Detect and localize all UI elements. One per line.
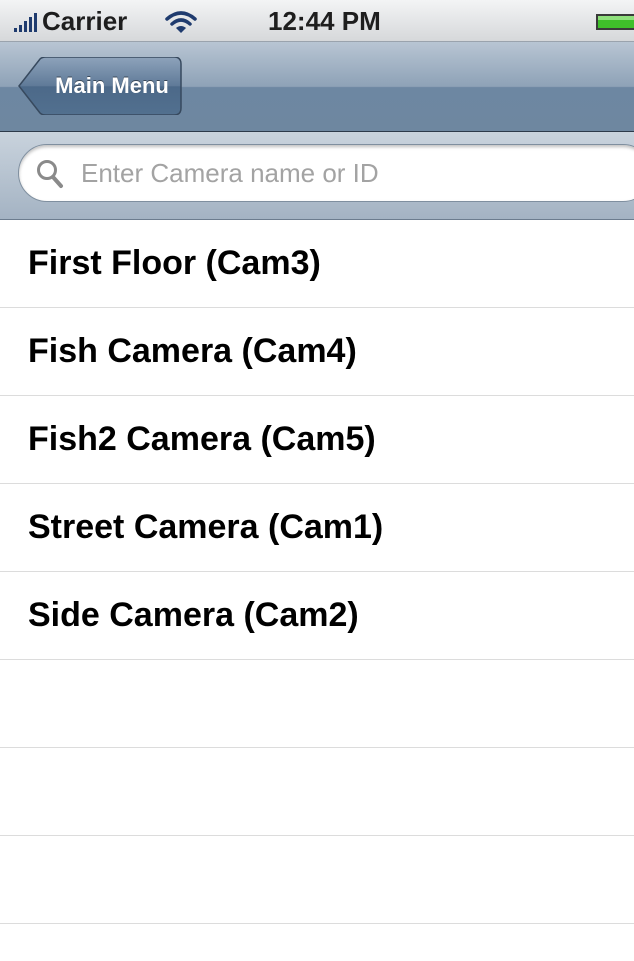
status-time: 12:44 PM — [268, 6, 381, 36]
navigation-bar: Main Menu — [0, 42, 634, 132]
camera-row[interactable]: First Floor (Cam3) — [0, 220, 634, 308]
battery-icon — [596, 14, 634, 30]
camera-label: Side Camera (Cam2) — [28, 596, 359, 634]
back-button[interactable]: Main Menu — [18, 57, 182, 115]
search-input[interactable] — [81, 145, 581, 201]
empty-row — [0, 836, 634, 924]
camera-row[interactable]: Side Camera (Cam2) — [0, 572, 634, 660]
camera-label: Fish Camera (Cam4) — [28, 332, 357, 370]
search-icon — [37, 160, 63, 188]
search-bar — [0, 132, 634, 220]
camera-row[interactable]: Fish2 Camera (Cam5) — [0, 396, 634, 484]
wifi-icon — [165, 11, 197, 33]
screen: Carrier 12:44 PM Main Menu Enter Camera … — [0, 0, 634, 961]
back-button-label: Main Menu — [55, 73, 169, 98]
camera-row[interactable]: Fish Camera (Cam4) — [0, 308, 634, 396]
camera-row[interactable]: Street Camera (Cam1) — [0, 484, 634, 572]
camera-label: Fish2 Camera (Cam5) — [28, 420, 376, 458]
empty-row — [0, 660, 634, 748]
camera-list: First Floor (Cam3) Fish Camera (Cam4) Fi… — [0, 220, 634, 924]
search-field[interactable] — [18, 144, 634, 202]
signal-icon — [14, 13, 37, 32]
status-bar: Carrier 12:44 PM — [0, 0, 634, 42]
empty-row — [0, 748, 634, 836]
camera-label: First Floor (Cam3) — [28, 244, 321, 282]
camera-label: Street Camera (Cam1) — [28, 508, 384, 546]
carrier-name: Carrier — [42, 6, 128, 36]
